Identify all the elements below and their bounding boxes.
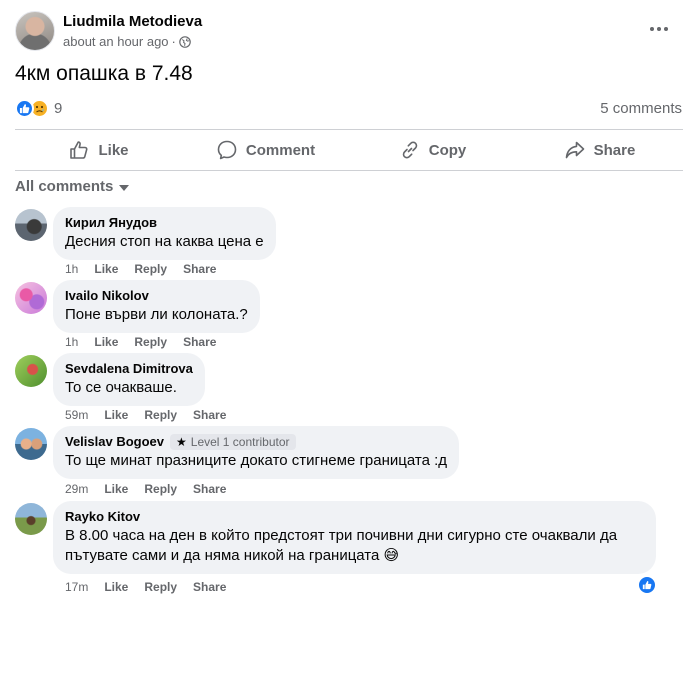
contributor-badge[interactable]: ★ Level 1 contributor [170, 434, 296, 450]
comment-text-line: В 8.00 часа на ден в който предстоят три… [65, 527, 618, 544]
comment-text: То ще минат празниците докато стигнеме г… [65, 452, 448, 469]
comment-like-button[interactable]: Like [104, 482, 128, 496]
comment-actions: 1h Like Reply Share [65, 335, 216, 349]
comment-like-button[interactable]: Like [104, 408, 128, 422]
comment-bubble: Velislav Bogoev ★ Level 1 contributor То… [53, 426, 460, 479]
chevron-down-icon [119, 184, 130, 191]
comment-actions: 59m Like Reply Share [65, 408, 226, 422]
comment-bubble: Sevdalena Dimitrova То се очакваше. [53, 353, 205, 406]
commenter-avatar[interactable] [15, 209, 47, 241]
comment-like-button[interactable]: Like [94, 335, 118, 349]
copy-button[interactable]: Copy [349, 131, 516, 169]
comments-count[interactable]: 5 comments [600, 100, 682, 117]
share-icon [565, 141, 584, 159]
comment-share-button[interactable]: Share [193, 408, 226, 422]
like-button[interactable]: Like [15, 131, 182, 169]
copy-label: Copy [428, 141, 467, 159]
comment-reply-button[interactable]: Reply [134, 335, 167, 349]
reaction-count: 9 [54, 99, 63, 117]
comment-like-button[interactable]: Like [94, 262, 118, 276]
comment-bubble: Кирил Янудов Десния стоп на каква цена е [53, 207, 276, 260]
like-label: Like [98, 141, 129, 159]
comment-time[interactable]: 1h [65, 262, 78, 276]
comment-text-line: пътувате сами и да няма никой на граница… [65, 547, 400, 564]
more-options-icon[interactable] [647, 19, 671, 39]
comment-button[interactable]: Comment [182, 131, 349, 169]
author-avatar[interactable] [15, 11, 55, 51]
comment-reply-button[interactable]: Reply [144, 482, 177, 496]
comment-text: Десния стоп на каква цена е [65, 233, 264, 250]
post-text: 4км опашка в 7.48 [15, 62, 193, 85]
comment-share-button[interactable]: Share [183, 262, 216, 276]
link-icon [402, 141, 418, 159]
meta-separator: · [171, 34, 176, 49]
share-button[interactable]: Share [516, 131, 683, 169]
comment-icon [217, 140, 237, 160]
divider [15, 170, 683, 171]
commenter-name[interactable]: Кирил Янудов [65, 215, 264, 231]
comment-text: То се очакваше. [65, 379, 177, 396]
comment-text: В 8.00 часа на ден в който предстоят три… [65, 526, 644, 566]
comment-share-button[interactable]: Share [183, 335, 216, 349]
commenter-avatar[interactable] [15, 282, 47, 314]
commenter-avatar[interactable] [15, 355, 47, 387]
comment-bubble: Rayko Kitov В 8.00 часа на ден в който п… [53, 501, 656, 574]
commenter-name[interactable]: Rayko Kitov [65, 509, 644, 525]
post-time[interactable]: about an hour ago [63, 34, 169, 49]
comment-share-button[interactable]: Share [193, 580, 226, 594]
post-meta: about an hour ago · [63, 34, 191, 49]
like-reaction-icon [15, 98, 34, 118]
comment-reply-button[interactable]: Reply [134, 262, 167, 276]
comment-time[interactable]: 59m [65, 408, 88, 422]
comment-label: Comment [245, 141, 316, 159]
comment-reply-button[interactable]: Reply [144, 408, 177, 422]
divider [15, 129, 683, 130]
comment-time[interactable]: 17m [65, 580, 88, 594]
comment-like-reaction-icon[interactable] [638, 576, 656, 594]
share-label: Share [593, 141, 636, 159]
comment-share-button[interactable]: Share [193, 482, 226, 496]
comment-actions: 29m Like Reply Share [65, 482, 226, 496]
reactions-summary[interactable]: 9 [15, 98, 62, 118]
commenter-avatar[interactable] [15, 503, 47, 535]
comment-text: Поне върви ли колоната.? [65, 306, 248, 323]
commenter-name[interactable]: Sevdalena Dimitrova [65, 361, 193, 377]
comment-like-button[interactable]: Like [104, 580, 128, 594]
thumbs-up-icon [70, 141, 88, 159]
post-action-bar: Like Comment Copy Share [15, 131, 683, 169]
globe-icon [179, 35, 191, 48]
filter-label: All comments [15, 178, 114, 195]
star-icon: ★ [176, 435, 187, 449]
comments-filter-dropdown[interactable]: All comments [15, 178, 130, 195]
commenter-avatar[interactable] [15, 428, 47, 460]
comment-time[interactable]: 1h [65, 335, 78, 349]
comment-actions: 17m Like Reply Share [65, 580, 226, 594]
comment-reply-button[interactable]: Reply [144, 580, 177, 594]
commenter-name[interactable]: Velislav Bogoev ★ Level 1 contributor [65, 434, 447, 450]
post-header: Liudmila Metodieva about an hour ago · [15, 11, 683, 53]
comment-time[interactable]: 29m [65, 482, 88, 496]
comment-bubble: Ivailo Nikolov Поне върви ли колоната.? [53, 280, 260, 333]
comment-actions: 1h Like Reply Share [65, 262, 216, 276]
author-name[interactable]: Liudmila Metodieva [63, 13, 202, 30]
commenter-name[interactable]: Ivailo Nikolov [65, 288, 248, 304]
